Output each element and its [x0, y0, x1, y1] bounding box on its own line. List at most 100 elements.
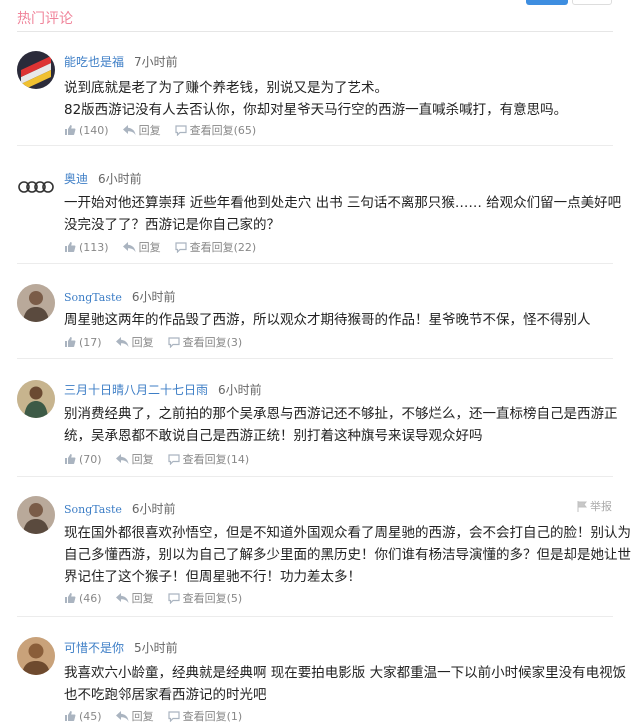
view-replies-label: 查看回复 [189, 124, 234, 137]
view-replies-button[interactable]: 查看回复 (3) [167, 334, 243, 350]
reply-button[interactable]: 回复 [122, 122, 161, 138]
reply-button[interactable]: 回复 [115, 590, 154, 606]
comment-item: 可惜不是你 5小时前 我喜欢六小龄童，经典就是经典啊 现在要拍电影版 大家都重温一… [0, 617, 640, 727]
like-count: (140) [79, 123, 109, 137]
comment-line: 界记住了这个猴子！但周星驰不行！功力差太多！ [64, 569, 361, 585]
tab-button-active[interactable] [526, 0, 568, 5]
reply-count: (65) [233, 123, 257, 137]
reply-label: 回复 [131, 453, 154, 466]
avatar[interactable] [17, 284, 55, 322]
avatar[interactable] [17, 380, 55, 418]
comment-actions: (45) 回复 查看回复 (1) [64, 708, 256, 724]
thumb-up-icon [65, 454, 76, 464]
username[interactable]: SongTaste [64, 291, 122, 304]
comment-line: 周星驰这两年的作品毁了西游，所以观众才期待猴哥的作品！星爷晚节不保，怪不得别人 [64, 312, 591, 328]
section-title: 热门评论 [17, 11, 73, 27]
reply-button[interactable]: 回复 [115, 708, 154, 724]
comment-icon [167, 453, 180, 465]
view-replies-label: 查看回复 [182, 453, 227, 466]
view-replies-button[interactable]: 查看回复 (5) [167, 590, 243, 606]
reply-count: (3) [226, 335, 243, 349]
reply-label: 回复 [131, 336, 154, 349]
comment-item: SongTaste 6小时前 举报 现在国外都很喜欢孙悟空，但是不知道外国观众看了… [0, 477, 640, 617]
thumb-up-icon [65, 711, 76, 721]
reply-count: (5) [226, 591, 243, 605]
view-replies-button[interactable]: 查看回复 (22) [174, 239, 257, 255]
avatar[interactable] [17, 637, 55, 675]
comment-actions: (46) 回复 查看回复 (5) [64, 590, 256, 606]
flag-avatar-icon [17, 51, 55, 89]
reply-icon [122, 124, 136, 135]
comment-actions: (140) 回复 查看回复 (65) [64, 122, 270, 138]
flag-icon [577, 500, 587, 512]
like-button[interactable]: (113) [64, 241, 109, 254]
report-button[interactable]: 举报 [577, 498, 612, 514]
header-divider [17, 31, 613, 32]
like-button[interactable]: (46) [64, 592, 102, 605]
view-replies-label: 查看回复 [189, 241, 234, 254]
avatar[interactable] [17, 168, 55, 206]
reply-button[interactable]: 回复 [115, 334, 154, 350]
comment-time: 6小时前 [98, 172, 142, 186]
comment-item: SongTaste 6小时前 周星驰这两年的作品毁了西游，所以观众才期待猴哥的作品… [0, 264, 640, 359]
reply-label: 回复 [138, 124, 161, 137]
audi-rings-icon [18, 181, 54, 193]
like-count: (45) [79, 709, 102, 723]
comment-actions: (70) 回复 查看回复 (14) [64, 451, 263, 467]
thumb-up-icon [65, 337, 76, 347]
view-replies-label: 查看回复 [182, 710, 227, 723]
username[interactable]: 三月十日晴八月二十七日雨 [64, 383, 208, 397]
view-replies-button[interactable]: 查看回复 (1) [167, 708, 243, 724]
comment-icon [167, 336, 180, 348]
avatar[interactable] [17, 51, 55, 89]
username[interactable]: 能吃也是福 [64, 55, 124, 69]
comment-line: 说到底就是老了为了赚个养老钱，别说又是为了艺术。 [64, 80, 388, 96]
avatar[interactable] [17, 496, 55, 534]
username[interactable]: SongTaste [64, 503, 122, 516]
reply-button[interactable]: 回复 [122, 239, 161, 255]
username[interactable]: 可惜不是你 [64, 641, 124, 655]
like-count: (113) [79, 240, 109, 254]
tab-button[interactable] [572, 0, 612, 5]
like-count: (17) [79, 335, 102, 349]
report-label: 举报 [590, 500, 612, 513]
username[interactable]: 奥迪 [64, 172, 88, 186]
comment-text: 说到底就是老了为了赚个养老钱，别说又是为了艺术。 82版西游记没有人去否认你，你… [64, 77, 614, 121]
view-replies-button[interactable]: 查看回复 (14) [167, 451, 249, 467]
comment-text: 现在国外都很喜欢孙悟空，但是不知道外国观众看了周星驰的西游，会不会打自己的脸！别… [64, 522, 631, 588]
comment-text: 别消费经典了，之前拍的那个吴承恩与西游记还不够扯，不够烂么，还一直标榜自己是西游… [64, 403, 618, 447]
like-button[interactable]: (140) [64, 124, 109, 137]
view-replies-label: 查看回复 [182, 592, 227, 605]
comment-item: 奥迪 6小时前 一开始对他还算崇拜 近些年看他到处走穴 出书 三句话不离那只猴……… [0, 146, 640, 264]
comment-text: 一开始对他还算崇拜 近些年看他到处走穴 出书 三句话不离那只猴…… 给观众们留一… [64, 192, 621, 236]
comment-line: 统，吴承恩都不敢说自己是西游正统！别打着这种旗号来误导观众好吗 [64, 428, 483, 444]
reply-label: 回复 [131, 592, 154, 605]
reply-label: 回复 [131, 710, 154, 723]
reply-button[interactable]: 回复 [115, 451, 154, 467]
view-replies-button[interactable]: 查看回复 (65) [174, 122, 257, 138]
like-count: (70) [79, 452, 102, 466]
reply-icon [122, 241, 136, 252]
reply-count: (22) [233, 240, 257, 254]
comment-time: 6小时前 [131, 290, 176, 304]
thumb-up-icon [65, 125, 76, 135]
comment-line: 我喜欢六小龄童，经典就是经典啊 现在要拍电影版 大家都重温一下以前小时候家里没有… [64, 665, 627, 681]
reply-label: 回复 [138, 241, 161, 254]
like-button[interactable]: (70) [64, 453, 102, 466]
like-button[interactable]: (17) [64, 336, 102, 349]
like-button[interactable]: (45) [64, 710, 102, 723]
reply-icon [115, 710, 129, 721]
comment-line: 自己多懂西游，别以为自己了解多少里面的黑历史！你们谁有杨洁导演懂的多？但是却是她… [64, 547, 631, 563]
reply-count: (1) [226, 709, 243, 723]
thumb-up-icon [65, 593, 76, 603]
comment-time: 6小时前 [218, 383, 262, 397]
comment-actions: (113) 回复 查看回复 (22) [64, 239, 270, 255]
comment-time: 6小时前 [131, 502, 176, 516]
comment-line: 82版西游记没有人去否认你，你却对星爷天马行空的西游一直喊杀喊打，有意思吗。 [64, 102, 568, 118]
person-avatar-icon [17, 496, 55, 534]
comment-line: 也不吃跑邻居家看西游记的时光吧 [64, 687, 267, 703]
comment-text: 周星驰这两年的作品毁了西游，所以观众才期待猴哥的作品！星爷晚节不保，怪不得别人 [64, 309, 614, 331]
reply-icon [115, 336, 129, 347]
like-count: (46) [79, 591, 102, 605]
comment-time: 5小时前 [134, 641, 178, 655]
